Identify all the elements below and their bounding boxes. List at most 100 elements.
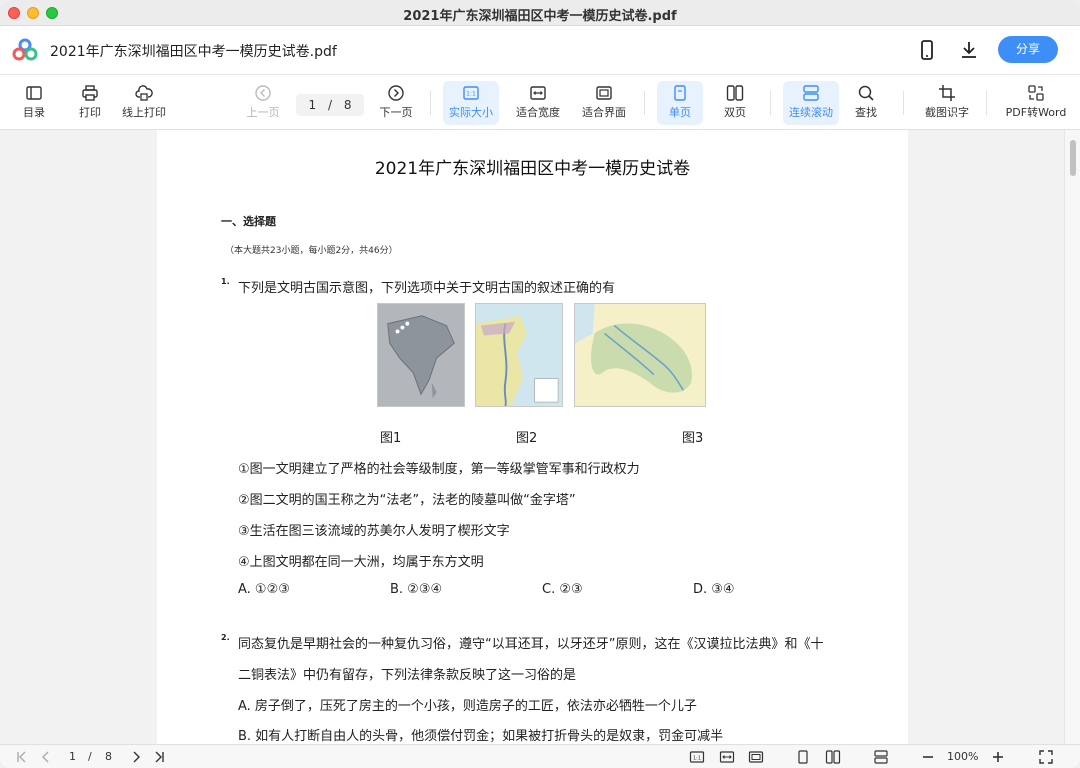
screenshot-ocr-button[interactable]: 截图识字: [920, 81, 974, 125]
mobile-phone-icon[interactable]: [915, 38, 939, 62]
question-stem-cont: 二铜表法》中仍有留存，下列法律条款反映了这一习俗的是: [238, 668, 577, 683]
fit-page-label: 适合界面: [582, 106, 626, 119]
double-page-button[interactable]: 双页: [713, 81, 757, 125]
svg-text:1:1: 1:1: [466, 91, 476, 98]
toolbar-divider: [644, 91, 645, 115]
toc-icon: [26, 86, 42, 100]
double-page-small-button[interactable]: [825, 749, 841, 765]
section-note: （本大题共23小题，每小题2分，共46分）: [225, 246, 398, 256]
next-page-small-button[interactable]: [128, 749, 144, 765]
cloud-print-icon: [135, 85, 153, 101]
next-page-label: 下一页: [379, 106, 413, 119]
fullscreen-icon: [1039, 750, 1053, 764]
double-page-icon: [726, 85, 744, 101]
fit-page-button[interactable]: 适合界面: [577, 81, 631, 125]
question-stem: 下列是文明古国示意图，下列选项中关于文明古国的叙述正确的有: [238, 281, 616, 296]
question-stem: 同态复仇是早期社会的一种复仇习俗，遵守“以耳还耳，以牙还牙”原则，这在《汉谟拉比…: [238, 637, 824, 652]
continuous-scroll-icon: [874, 750, 888, 764]
question-number: 2.: [221, 633, 230, 642]
single-page-icon: [674, 85, 686, 101]
document-title: 2021年广东深圳福田区中考一模历史试卷.pdf: [50, 44, 337, 60]
scrollbar-thumb[interactable]: [1070, 140, 1076, 176]
fit-width-icon: [719, 751, 735, 763]
actual-size-icon: 1:1: [689, 751, 705, 763]
toolbar-divider: [903, 91, 904, 115]
section-title: 一、选择题: [221, 215, 276, 228]
fit-page-small-button[interactable]: [748, 749, 764, 765]
online-print-label: 线上打印: [122, 106, 166, 119]
first-page-icon: [17, 751, 26, 763]
printer-icon: [82, 85, 98, 101]
share-button[interactable]: 分享: [998, 36, 1058, 63]
actual-size-label: 实际大小: [449, 106, 493, 119]
next-page-button[interactable]: 下一页: [377, 81, 415, 125]
actual-size-icon: 1:1: [463, 86, 479, 100]
prev-page-button[interactable]: 上一页: [244, 81, 282, 125]
question-number: 1.: [221, 277, 230, 286]
print-label: 打印: [79, 106, 101, 119]
option-a: A. ①②③: [238, 582, 290, 597]
vertical-scrollbar[interactable]: [1064, 130, 1080, 744]
continuous-scroll-small-button[interactable]: [873, 749, 889, 765]
option-b: B. ②③④: [390, 582, 443, 597]
single-page-small-button[interactable]: [795, 749, 811, 765]
double-page-label: 双页: [724, 106, 746, 119]
figure-2-label: 图2: [516, 431, 538, 446]
convert-icon: [1028, 85, 1044, 101]
zoom-in-button[interactable]: [990, 749, 1006, 765]
download-icon[interactable]: [957, 38, 981, 62]
toc-label: 目录: [23, 106, 45, 119]
status-current-page[interactable]: 1: [69, 750, 76, 763]
toolbar-divider: [986, 91, 987, 115]
document-viewport[interactable]: 2021年广东深圳福田区中考一模历史试卷 一、选择题 （本大题共23小题，每小题…: [0, 130, 1080, 744]
toc-button[interactable]: 目录: [16, 81, 52, 125]
print-button[interactable]: 打印: [72, 81, 108, 125]
figure-1-label: 图1: [380, 431, 402, 446]
fullscreen-button[interactable]: [1038, 749, 1054, 765]
statement-4: ④上图文明都在同一大洲，均属于东方文明: [238, 555, 484, 570]
actual-size-small-button[interactable]: 1:1: [689, 749, 705, 765]
last-page-button[interactable]: [151, 749, 167, 765]
continuous-scroll-icon: [803, 85, 819, 101]
fit-width-button[interactable]: 适合宽度: [511, 81, 565, 125]
pdf-to-word-button[interactable]: PDF转Word: [1002, 81, 1070, 125]
zoom-out-button[interactable]: [920, 749, 936, 765]
single-page-icon: [798, 750, 808, 764]
document-header: 2021年广东深圳福田区中考一模历史试卷.pdf 分享: [0, 26, 1080, 74]
option-c: C. ②③: [542, 582, 583, 597]
single-page-button[interactable]: 单页: [657, 81, 703, 125]
option-d: D. ③④: [693, 582, 735, 597]
pdf-page: 2021年广东深圳福田区中考一模历史试卷 一、选择题 （本大题共23小题，每小题…: [157, 130, 908, 744]
actual-size-button[interactable]: 1:1 实际大小: [443, 81, 499, 125]
prev-page-small-button[interactable]: [38, 749, 54, 765]
screenshot-ocr-label: 截图识字: [925, 106, 969, 119]
last-page-icon: [155, 751, 164, 763]
fit-width-label: 适合宽度: [516, 106, 560, 119]
page-separator: /: [327, 98, 333, 112]
window-title: 2021年广东深圳福田区中考一模历史试卷.pdf: [403, 9, 677, 24]
pdf-to-word-label: PDF转Word: [1005, 106, 1067, 119]
prev-page-label: 上一页: [246, 106, 280, 119]
svg-text:1:1: 1:1: [693, 756, 701, 762]
find-label: 查找: [855, 106, 877, 119]
fit-width-small-button[interactable]: [719, 749, 735, 765]
continuous-scroll-label: 连续滚动: [789, 106, 833, 119]
page-number-input[interactable]: 1 / 8: [296, 94, 364, 116]
exam-title: 2021年广东深圳福田区中考一模历史试卷: [374, 159, 691, 179]
toolbar-divider: [430, 91, 431, 115]
find-button[interactable]: 查找: [847, 81, 885, 125]
figure-3-label: 图3: [682, 431, 704, 446]
total-pages: 8: [343, 98, 352, 112]
zoom-level[interactable]: 100%: [947, 750, 978, 763]
toolbar-divider: [770, 91, 771, 115]
title-bar: 2021年广东深圳福田区中考一模历史试卷.pdf: [0, 0, 1080, 26]
app-window: 2021年广东深圳福田区中考一模历史试卷.pdf 2021年广东深圳福田区中考一…: [0, 0, 1080, 768]
first-page-button[interactable]: [14, 749, 30, 765]
statement-1: ①图一文明建立了严格的社会等级制度，第一等级掌管军事和行政权力: [238, 462, 640, 477]
chevron-left-icon: [42, 751, 49, 763]
online-print-button[interactable]: 线上打印: [118, 81, 170, 125]
double-page-icon: [825, 750, 841, 764]
status-bar: 1 / 8 1:1 100%: [0, 744, 1080, 768]
map-mesopotamia-image: [574, 303, 706, 407]
continuous-scroll-button[interactable]: 连续滚动: [783, 81, 839, 125]
